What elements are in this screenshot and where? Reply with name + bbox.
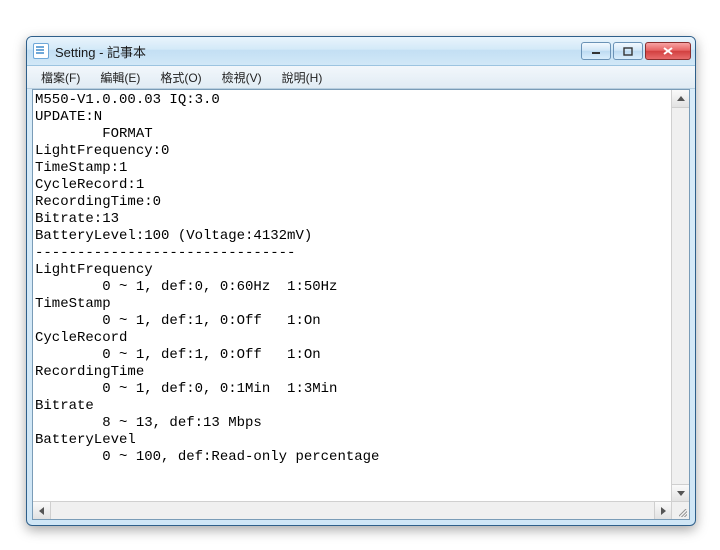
close-icon [662,46,674,56]
titlebar[interactable]: Setting - 記事本 [27,37,695,66]
minimize-button[interactable] [581,42,611,60]
client-area: M550-V1.0.00.03 IQ:3.0 UPDATE:N FORMAT L… [27,89,695,525]
menubar: 檔案(F) 編輯(E) 格式(O) 檢視(V) 說明(H) [27,66,695,89]
app-icon [33,43,49,59]
resize-grip[interactable] [671,501,689,519]
text-area[interactable]: M550-V1.0.00.03 IQ:3.0 UPDATE:N FORMAT L… [32,89,690,520]
chevron-down-icon [677,491,685,496]
notepad-window: Setting - 記事本 檔案(F) 編輯(E) 格式(O) 檢視(V) 說明… [26,36,696,526]
chevron-left-icon [39,507,44,515]
close-button[interactable] [645,42,691,60]
minimize-icon [591,47,601,55]
menu-view[interactable]: 檢視(V) [212,67,272,88]
chevron-right-icon [661,507,666,515]
text-content[interactable]: M550-V1.0.00.03 IQ:3.0 UPDATE:N FORMAT L… [33,90,672,502]
scroll-down-button[interactable] [672,484,689,502]
scroll-up-button[interactable] [672,90,689,108]
menu-format[interactable]: 格式(O) [150,67,211,88]
horizontal-scrollbar[interactable] [33,501,672,519]
scroll-right-button[interactable] [654,502,672,519]
menu-edit[interactable]: 編輯(E) [90,67,150,88]
vertical-scrollbar[interactable] [671,90,689,502]
menu-file[interactable]: 檔案(F) [31,67,90,88]
menu-help[interactable]: 說明(H) [272,67,333,88]
window-controls [581,42,691,60]
maximize-button[interactable] [613,42,643,60]
scroll-left-button[interactable] [33,502,51,519]
chevron-up-icon [677,96,685,101]
maximize-icon [623,47,633,56]
window-title: Setting - 記事本 [55,42,581,61]
